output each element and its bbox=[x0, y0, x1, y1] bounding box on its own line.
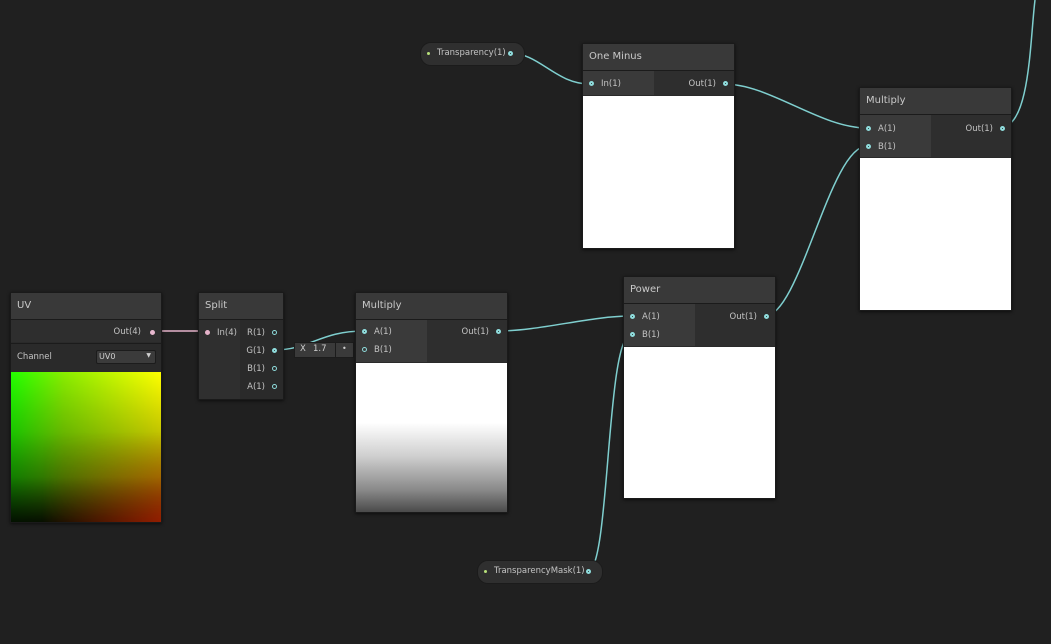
transparency-mask-property[interactable]: TransparencyMask(1) bbox=[477, 560, 603, 584]
multiply2-a-label: A(1) bbox=[878, 124, 896, 134]
one-minus-header[interactable]: One Minus bbox=[583, 44, 734, 71]
power-output-ports: Out(1) bbox=[695, 304, 775, 346]
multiply1-b-label: B(1) bbox=[374, 345, 392, 355]
power-a-port[interactable] bbox=[630, 314, 635, 319]
multiply2-header[interactable]: Multiply bbox=[860, 88, 1011, 115]
uv-channel-row: Channel UV0 ▼ bbox=[11, 343, 161, 372]
uv-node-title: UV bbox=[17, 300, 32, 311]
uv-output-ports: Out(4) bbox=[11, 320, 161, 342]
uv-out-port[interactable] bbox=[150, 330, 155, 335]
one-minus-out-label: Out(1) bbox=[688, 79, 716, 89]
power-header[interactable]: Power bbox=[624, 277, 775, 304]
wire-power-to-multiply2-b bbox=[764, 145, 868, 317]
uv-out-label: Out(4) bbox=[113, 327, 141, 337]
multiply-node-1[interactable]: Multiply A(1) B(1) Out(1) bbox=[355, 292, 508, 513]
transparency-mask-label: TransparencyMask(1) bbox=[494, 566, 585, 576]
multiply2-title: Multiply bbox=[866, 95, 906, 106]
uv-preview-red bbox=[11, 372, 161, 522]
uv-channel-dropdown[interactable]: UV0 ▼ bbox=[96, 350, 156, 364]
one-minus-preview bbox=[583, 96, 734, 248]
multiply1-a-port[interactable] bbox=[362, 329, 367, 334]
multiply1-a-label: A(1) bbox=[374, 327, 392, 337]
power-b-port[interactable] bbox=[630, 332, 635, 337]
one-minus-output-ports: Out(1) bbox=[654, 71, 734, 95]
inline-axis-label: X bbox=[300, 344, 306, 354]
multiply1-header[interactable]: Multiply bbox=[356, 293, 507, 320]
power-b-label: B(1) bbox=[642, 330, 660, 340]
multiply-b-inline-field[interactable]: X 1.7 • bbox=[294, 342, 354, 358]
transparency-label: Transparency(1) bbox=[437, 48, 506, 58]
multiply2-b-label: B(1) bbox=[878, 142, 896, 152]
one-minus-input-ports: In(1) bbox=[583, 71, 654, 95]
power-input-ports: A(1) B(1) bbox=[624, 304, 695, 346]
split-out-g-label: G(1) bbox=[246, 346, 265, 356]
transparency-out-port[interactable] bbox=[508, 51, 513, 56]
split-node-header[interactable]: Split bbox=[199, 293, 283, 320]
multiply2-preview bbox=[860, 158, 1011, 310]
uv-node[interactable]: UV Out(4) Channel UV0 ▼ bbox=[10, 292, 162, 523]
one-minus-title: One Minus bbox=[589, 51, 642, 62]
multiply1-preview bbox=[356, 363, 507, 512]
property-indicator-icon bbox=[484, 570, 487, 573]
multiply1-b-port[interactable] bbox=[362, 347, 367, 352]
uv-channel-label: Channel bbox=[17, 352, 52, 362]
one-minus-in-port[interactable] bbox=[589, 81, 594, 86]
transparency-property[interactable]: Transparency(1) bbox=[420, 42, 525, 66]
multiply1-output-ports: Out(1) bbox=[427, 320, 507, 362]
split-in-label: In(4) bbox=[217, 328, 237, 338]
inline-divider bbox=[335, 343, 336, 357]
split-out-a-label: A(1) bbox=[247, 382, 265, 392]
uv-channel-value: UV0 bbox=[99, 352, 116, 361]
multiply1-out-port[interactable] bbox=[496, 329, 501, 334]
chevron-down-icon: ▼ bbox=[146, 352, 151, 359]
multiply2-input-ports: A(1) B(1) bbox=[860, 115, 931, 157]
uv-preview bbox=[11, 372, 161, 522]
multiply1-out-label: Out(1) bbox=[461, 327, 489, 337]
transparency-mask-out-port[interactable] bbox=[586, 569, 591, 574]
multiply2-a-port[interactable] bbox=[866, 126, 871, 131]
split-input-ports: In(4) bbox=[199, 320, 240, 399]
uv-node-header[interactable]: UV bbox=[11, 293, 161, 320]
power-title: Power bbox=[630, 284, 661, 295]
inline-dot-icon: • bbox=[342, 344, 347, 353]
power-a-label: A(1) bbox=[642, 312, 660, 322]
wire-oneminus-to-multiply2-a bbox=[723, 83, 868, 129]
split-node[interactable]: Split In(4) R(1) G(1) B(1) A(1) bbox=[198, 292, 284, 400]
wire-multiply-to-power-a bbox=[497, 315, 632, 332]
property-indicator-icon bbox=[427, 52, 430, 55]
multiply1-input-ports: A(1) B(1) bbox=[356, 320, 427, 362]
multiply2-out-port[interactable] bbox=[1000, 126, 1005, 131]
split-output-ports: R(1) G(1) B(1) A(1) bbox=[240, 320, 283, 399]
one-minus-out-port[interactable] bbox=[723, 81, 728, 86]
inline-value[interactable]: 1.7 bbox=[313, 343, 327, 356]
split-in-port[interactable] bbox=[205, 330, 210, 335]
power-preview bbox=[624, 347, 775, 498]
split-out-a-port[interactable] bbox=[272, 384, 277, 389]
split-out-r-port[interactable] bbox=[272, 330, 277, 335]
split-node-title: Split bbox=[205, 300, 228, 311]
split-out-r-label: R(1) bbox=[247, 328, 265, 338]
multiply1-title: Multiply bbox=[362, 300, 402, 311]
power-out-label: Out(1) bbox=[729, 312, 757, 322]
split-out-b-port[interactable] bbox=[272, 366, 277, 371]
multiply-node-2[interactable]: Multiply A(1) B(1) Out(1) bbox=[859, 87, 1012, 311]
split-out-b-label: B(1) bbox=[247, 364, 265, 374]
multiply2-out-label: Out(1) bbox=[965, 124, 993, 134]
split-out-g-port[interactable] bbox=[272, 348, 277, 353]
multiply2-b-port[interactable] bbox=[866, 144, 871, 149]
one-minus-in-label: In(1) bbox=[601, 79, 621, 89]
one-minus-node[interactable]: One Minus In(1) Out(1) bbox=[582, 43, 735, 249]
power-out-port[interactable] bbox=[764, 314, 769, 319]
multiply2-output-ports: Out(1) bbox=[931, 115, 1011, 157]
power-node[interactable]: Power A(1) B(1) Out(1) bbox=[623, 276, 776, 499]
